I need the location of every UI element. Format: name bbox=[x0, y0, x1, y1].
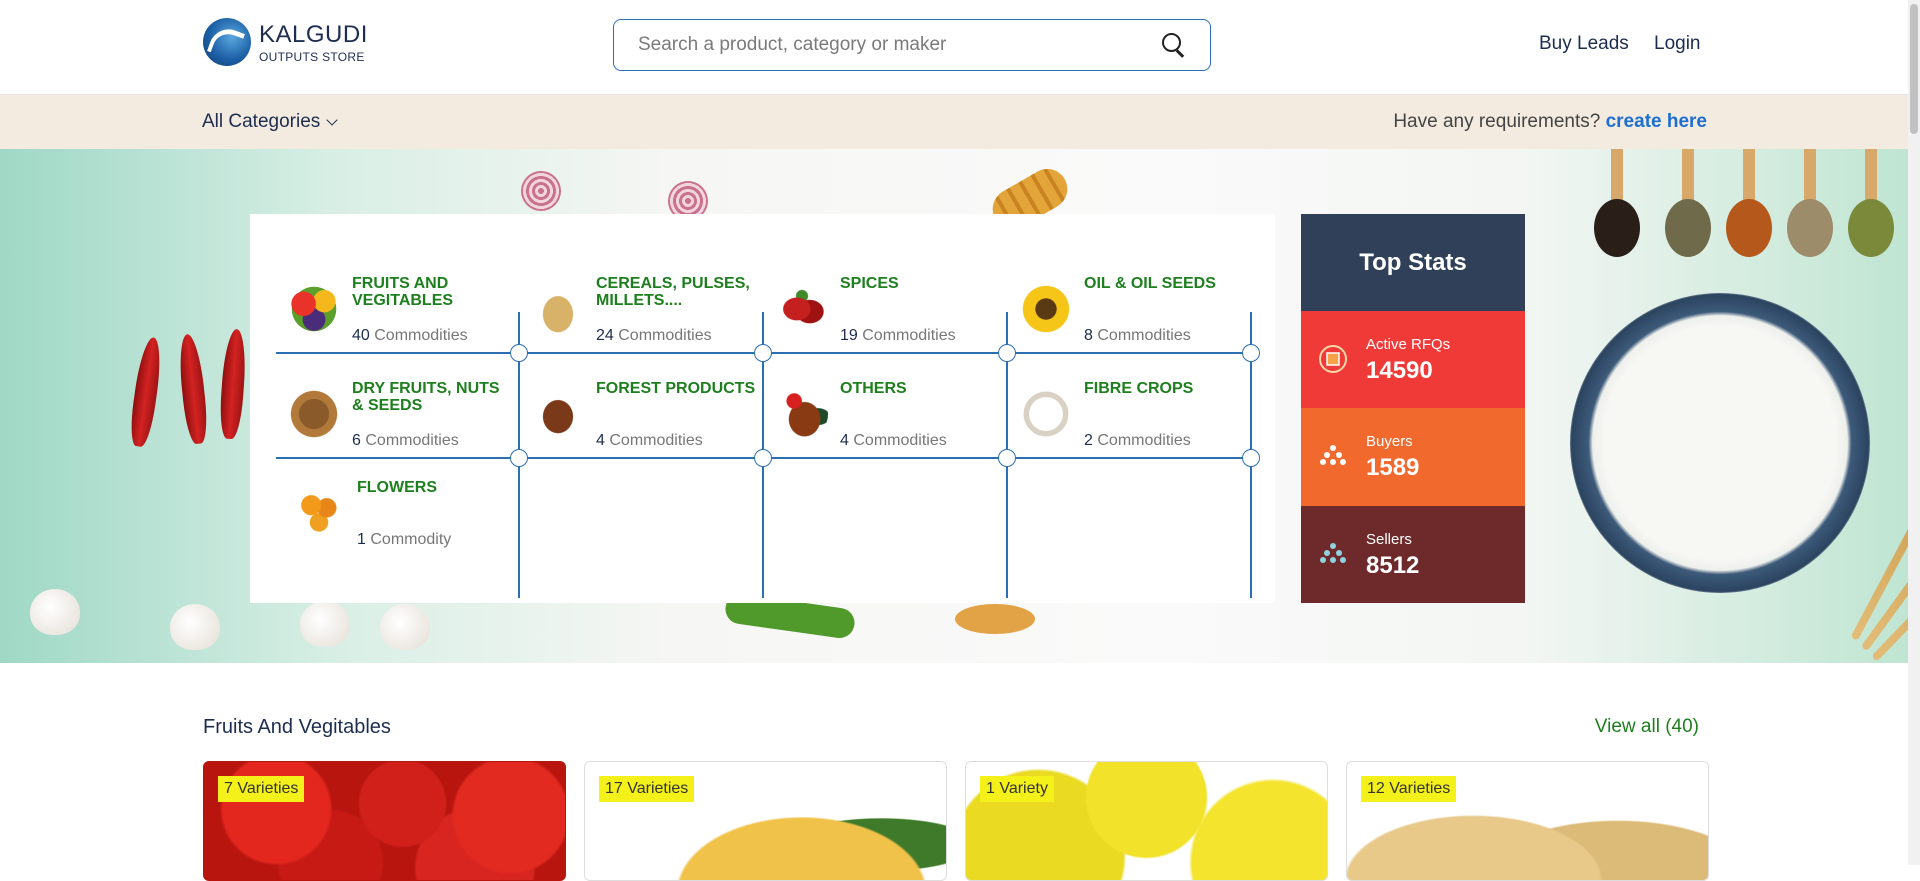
stat-value: 1589 bbox=[1366, 454, 1420, 482]
category-count: 4 Commodities bbox=[840, 432, 947, 449]
category-bar: All Categories Have any requirements? cr… bbox=[0, 95, 1908, 149]
stat-buyers: Buyers 1589 bbox=[1301, 408, 1525, 506]
category-name: DRY FRUITS, NUTS & SEEDS bbox=[352, 380, 500, 414]
product-card-mango[interactable]: 17 Varieties bbox=[584, 761, 947, 881]
stat-sellers: Sellers 8512 bbox=[1301, 505, 1525, 603]
product-card-tomatoes[interactable]: 7 Varieties bbox=[203, 761, 566, 881]
category-name: FIBRE CROPS bbox=[1084, 380, 1194, 397]
product-card-lemons[interactable]: 1 Variety bbox=[965, 761, 1328, 881]
requirements-prompt: Have any requirements? create here bbox=[1393, 111, 1707, 133]
stat-label: Buyers bbox=[1366, 433, 1413, 451]
stat-label: Sellers bbox=[1366, 530, 1412, 548]
cereals-icon bbox=[532, 283, 584, 335]
top-header: KALGUDI OUTPUTS STORE Buy Leads Login bbox=[0, 0, 1908, 95]
category-count: 8 Commodities bbox=[1084, 327, 1191, 344]
category-cereals-pulses-millets[interactable]: CEREALS, PULSES, MILLETS.... 24 Commodit… bbox=[518, 269, 762, 369]
stat-value: 8512 bbox=[1366, 551, 1420, 579]
chili-decoration bbox=[127, 336, 165, 448]
cotton-icon bbox=[1020, 388, 1072, 440]
categories-panel: FRUITS AND VEGITABLES 40 Commodities CER… bbox=[250, 214, 1275, 603]
garlic-decoration bbox=[170, 604, 220, 650]
category-name: FOREST PRODUCTS bbox=[596, 380, 756, 397]
kalgudi-logo-icon bbox=[203, 18, 251, 66]
kalgudi-logo[interactable]: KALGUDI OUTPUTS STORE bbox=[203, 18, 368, 66]
category-count: 19 Commodities bbox=[840, 327, 956, 344]
buy-leads-link[interactable]: Buy Leads bbox=[1539, 33, 1629, 55]
page-scrollbar[interactable] bbox=[1908, 0, 1920, 865]
chili-decoration bbox=[176, 333, 210, 445]
all-categories-label: All Categories bbox=[202, 111, 321, 132]
garlic-decoration bbox=[300, 601, 350, 647]
login-link[interactable]: Login bbox=[1654, 33, 1701, 55]
varieties-badge: 17 Varieties bbox=[599, 776, 695, 802]
create-here-link[interactable]: create here bbox=[1606, 111, 1707, 132]
category-fruits-and-vegitables[interactable]: FRUITS AND VEGITABLES 40 Commodities bbox=[274, 269, 518, 369]
category-count: 2 Commodities bbox=[1084, 432, 1191, 449]
buyers-icon bbox=[1320, 445, 1346, 466]
dried-herb-spoon bbox=[1848, 199, 1894, 257]
varieties-badge: 1 Variety bbox=[980, 776, 1054, 802]
category-name: FRUITS AND VEGITABLES bbox=[352, 275, 454, 309]
search-bar bbox=[613, 19, 1211, 71]
category-count: 6 Commodities bbox=[352, 432, 459, 449]
section-title: Fruits And Vegitables bbox=[203, 716, 391, 738]
search-input[interactable] bbox=[638, 34, 1162, 56]
dry-fruits-icon bbox=[288, 388, 340, 440]
varieties-badge: 7 Varieties bbox=[218, 776, 305, 802]
top-stats-panel: Top Stats Active RFQs 14590 Buyers 1589 … bbox=[1301, 214, 1525, 603]
chili-powder-spoon bbox=[1726, 199, 1772, 257]
varieties-badge: 12 Varieties bbox=[1361, 776, 1457, 802]
category-name: FLOWERS bbox=[357, 479, 437, 496]
category-count: 1 Commodity bbox=[357, 531, 452, 548]
category-name: CEREALS, PULSES, MILLETS.... bbox=[596, 275, 750, 309]
product-card-potatoes[interactable]: 12 Varieties bbox=[1346, 761, 1709, 881]
seed-spoon bbox=[1787, 199, 1833, 257]
fruits-icon bbox=[288, 283, 340, 335]
black-pepper-spoon bbox=[1594, 199, 1640, 257]
category-name: OTHERS bbox=[840, 380, 907, 397]
sellers-icon bbox=[1320, 542, 1346, 563]
scrollbar-thumb[interactable] bbox=[1910, 4, 1918, 134]
flowers-icon bbox=[293, 487, 345, 539]
category-flowers[interactable]: FLOWERS 1 Commodity bbox=[279, 473, 523, 573]
honey-drop-decoration bbox=[955, 604, 1035, 634]
view-all-link[interactable]: View all (40) bbox=[1595, 716, 1699, 738]
category-others[interactable]: OTHERS 4 Commodities bbox=[762, 374, 1006, 474]
sunflower-icon bbox=[1020, 283, 1072, 335]
onion-decoration bbox=[521, 171, 561, 211]
garlic-decoration bbox=[30, 589, 80, 635]
logo-subtitle: OUTPUTS STORE bbox=[259, 49, 365, 64]
logo-name: KALGUDI bbox=[259, 20, 368, 48]
garlic-decoration bbox=[380, 604, 430, 650]
category-name: SPICES bbox=[840, 275, 899, 292]
rooster-icon bbox=[776, 388, 828, 440]
category-count: 24 Commodities bbox=[596, 327, 712, 344]
spices-icon bbox=[776, 283, 828, 335]
category-count: 4 Commodities bbox=[596, 432, 703, 449]
category-name: OIL & OIL SEEDS bbox=[1084, 275, 1216, 292]
herb-spoon bbox=[1665, 199, 1711, 257]
category-dry-fruits-nuts-seeds[interactable]: DRY FRUITS, NUTS & SEEDS 6 Commodities bbox=[274, 374, 518, 474]
top-stats-title: Top Stats bbox=[1301, 214, 1525, 311]
category-count: 40 Commodities bbox=[352, 327, 468, 344]
chevron-down-icon bbox=[326, 114, 338, 126]
rfq-icon bbox=[1319, 345, 1347, 373]
requirements-text: Have any requirements? bbox=[1393, 111, 1601, 132]
rice-bowl-decoration bbox=[1570, 293, 1870, 593]
stat-value: 14590 bbox=[1366, 357, 1433, 384]
category-forest-products[interactable]: FOREST PRODUCTS 4 Commodities bbox=[518, 374, 762, 474]
chili-decoration bbox=[218, 328, 248, 440]
category-spices[interactable]: SPICES 19 Commodities bbox=[762, 269, 1006, 369]
all-categories-dropdown[interactable]: All Categories bbox=[202, 111, 338, 133]
category-oil-and-oil-seeds[interactable]: OIL & OIL SEEDS 8 Commodities bbox=[1006, 269, 1250, 369]
search-icon[interactable] bbox=[1162, 33, 1186, 57]
forest-products-icon bbox=[532, 388, 584, 440]
category-fibre-crops[interactable]: FIBRE CROPS 2 Commodities bbox=[1006, 374, 1250, 474]
stat-label: Active RFQs bbox=[1366, 336, 1451, 353]
stat-active-rfqs: Active RFQs 14590 bbox=[1301, 311, 1525, 409]
